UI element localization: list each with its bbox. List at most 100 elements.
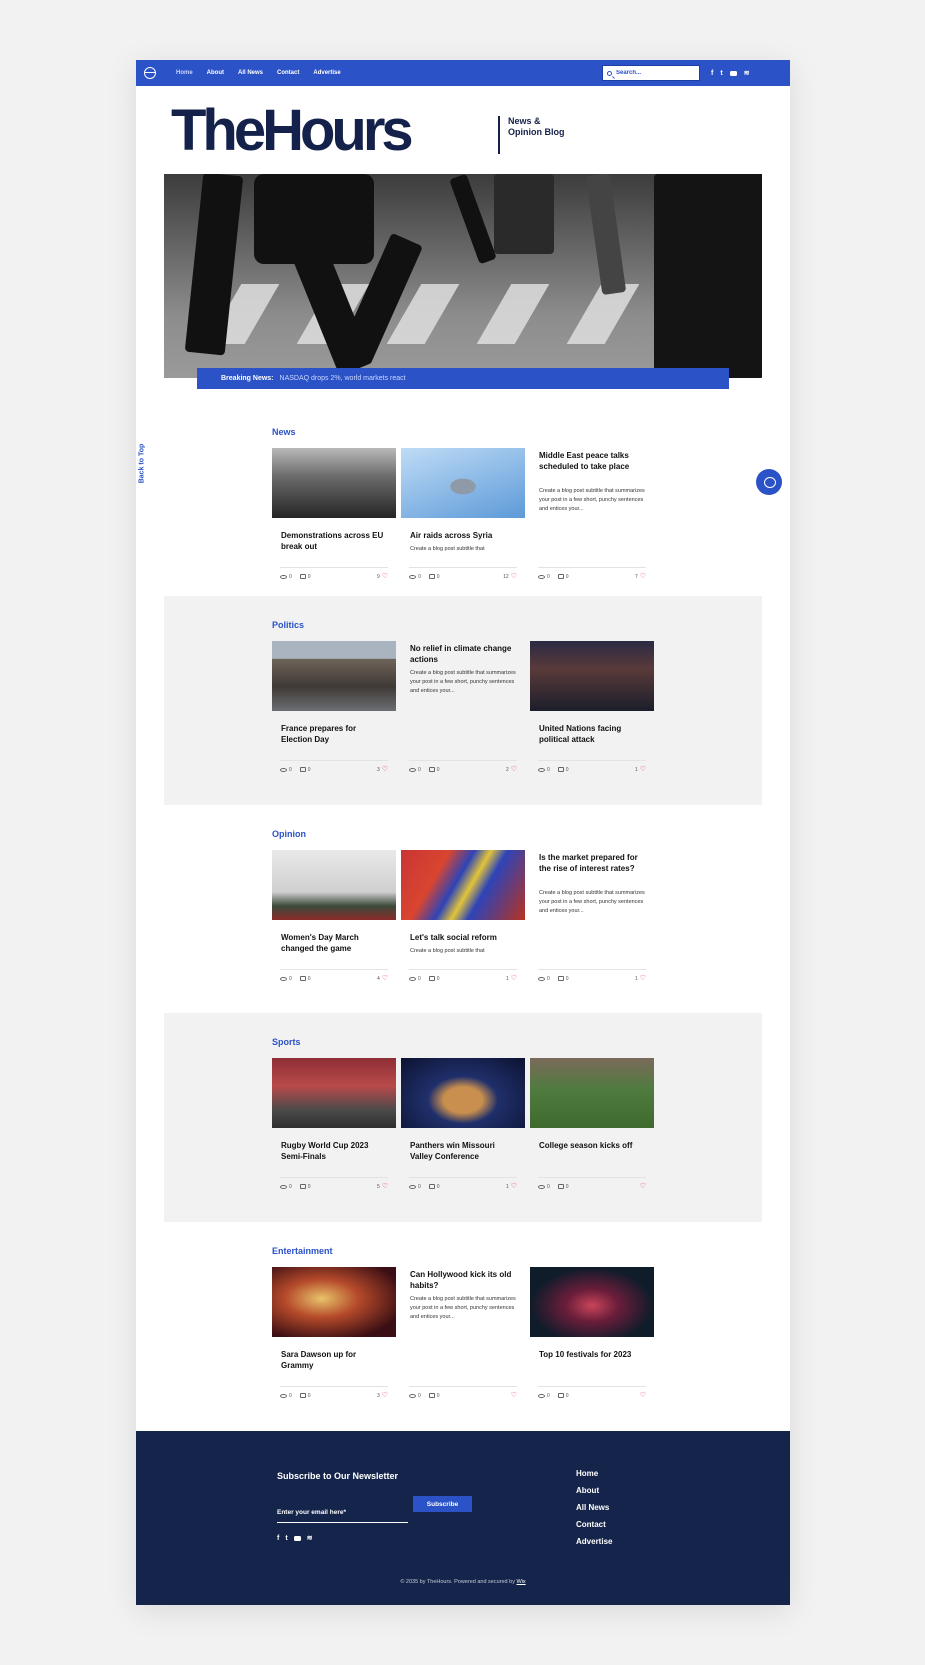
comment-icon[interactable] <box>428 1184 435 1189</box>
footer-nav-contact[interactable]: Contact <box>576 1520 612 1529</box>
search-icon[interactable] <box>607 70 612 76</box>
comment-icon[interactable] <box>299 1393 306 1398</box>
heart-icon[interactable]: ♡ <box>382 1183 388 1190</box>
post-card[interactable]: Panthers win Missouri Valley Conference … <box>401 1058 525 1190</box>
post-card[interactable]: Women's Day March changed the game 0 0 4 ♡ <box>272 850 396 982</box>
post-card[interactable]: Rugby World Cup 2023 Semi-Finals 0 0 5 ♡ <box>272 1058 396 1190</box>
wix-link[interactable]: Wix <box>517 1579 526 1585</box>
post-image[interactable] <box>401 448 525 518</box>
nav-contact[interactable]: Contact <box>277 70 299 76</box>
search-box[interactable] <box>602 65 700 81</box>
heart-icon[interactable]: ♡ <box>640 573 646 580</box>
heart-icon[interactable]: ♡ <box>382 975 388 982</box>
post-image[interactable] <box>272 1058 396 1128</box>
facebook-icon[interactable]: f <box>711 70 713 77</box>
comment-icon[interactable] <box>428 1393 435 1398</box>
post-card[interactable]: Top 10 festivals for 2023 0 0 ♡ <box>530 1267 654 1399</box>
post-card[interactable]: Let's talk social reform Create a blog p… <box>401 850 525 982</box>
post-image[interactable] <box>530 641 654 711</box>
post-card[interactable]: College season kicks off 0 0 ♡ <box>530 1058 654 1190</box>
post-title[interactable]: Panthers win Missouri Valley Conference <box>410 1140 518 1162</box>
post-image[interactable] <box>401 1058 525 1128</box>
twitter-icon[interactable]: t <box>285 1535 287 1542</box>
post-card[interactable]: France prepares for Election Day 0 0 3 ♡ <box>272 641 396 773</box>
comment-icon[interactable] <box>557 574 564 579</box>
heart-icon[interactable]: ♡ <box>640 975 646 982</box>
post-title[interactable]: No relief in climate change actions <box>410 643 518 665</box>
comment-icon[interactable] <box>299 574 306 579</box>
post-title[interactable]: Is the market prepared for the rise of i… <box>539 852 647 874</box>
section-title[interactable]: Sports <box>272 1037 301 1047</box>
comment-icon[interactable] <box>428 574 435 579</box>
post-title[interactable]: College season kicks off <box>539 1140 647 1151</box>
post-image[interactable] <box>530 1058 654 1128</box>
heart-icon[interactable]: ♡ <box>382 573 388 580</box>
comment-icon[interactable] <box>557 1393 564 1398</box>
breaking-news-text[interactable]: NASDAQ drops 2%, world markets react <box>280 375 406 382</box>
comment-icon[interactable] <box>428 976 435 981</box>
post-title[interactable]: Rugby World Cup 2023 Semi-Finals <box>281 1140 389 1162</box>
search-input[interactable] <box>616 70 694 76</box>
nav-all-news[interactable]: All News <box>238 70 263 76</box>
post-title[interactable]: Demonstrations across EU break out <box>281 530 389 552</box>
youtube-icon[interactable] <box>293 1536 301 1541</box>
comment-icon[interactable] <box>557 1184 564 1189</box>
footer-nav-about[interactable]: About <box>576 1486 612 1495</box>
post-title[interactable]: France prepares for Election Day <box>281 723 389 745</box>
post-card[interactable]: Air raids across Syria Create a blog pos… <box>401 448 525 580</box>
heart-icon[interactable]: ♡ <box>382 766 388 773</box>
post-card[interactable]: Demonstrations across EU break out 0 0 9 ♡ <box>272 448 396 580</box>
section-title[interactable]: Entertainment <box>272 1246 333 1256</box>
comment-icon[interactable] <box>299 767 306 772</box>
post-card[interactable]: Sara Dawson up for Grammy 0 0 3 ♡ <box>272 1267 396 1399</box>
post-image[interactable] <box>272 641 396 711</box>
footer-nav-home[interactable]: Home <box>576 1469 612 1478</box>
back-to-top-link[interactable]: Back to Top <box>138 444 145 484</box>
comment-icon[interactable] <box>557 767 564 772</box>
section-title[interactable]: News <box>272 427 296 437</box>
post-title[interactable]: Air raids across Syria <box>410 530 518 541</box>
section-title[interactable]: Opinion <box>272 829 306 839</box>
heart-icon[interactable]: ♡ <box>640 1183 646 1190</box>
site-logo[interactable]: TheHours <box>171 102 414 160</box>
heart-icon[interactable]: ♡ <box>511 1392 517 1399</box>
subscribe-button[interactable]: Subscribe <box>413 1496 472 1512</box>
footer-nav-all-news[interactable]: All News <box>576 1503 612 1512</box>
youtube-icon[interactable] <box>729 70 737 76</box>
comment-icon[interactable] <box>557 976 564 981</box>
breaking-news-bar[interactable]: Breaking News: NASDAQ drops 2%, world ma… <box>197 368 729 389</box>
post-image[interactable] <box>401 850 525 920</box>
heart-icon[interactable]: ♡ <box>640 1392 646 1399</box>
facebook-icon[interactable]: f <box>277 1535 279 1542</box>
comment-icon[interactable] <box>299 1184 306 1189</box>
post-image[interactable] <box>272 448 396 518</box>
post-image[interactable] <box>530 1267 654 1337</box>
comment-icon[interactable] <box>428 767 435 772</box>
post-title[interactable]: Can Hollywood kick its old habits? <box>410 1269 518 1291</box>
post-title[interactable]: United Nations facing political attack <box>539 723 647 745</box>
section-title[interactable]: Politics <box>272 620 304 630</box>
comment-icon[interactable] <box>299 976 306 981</box>
post-title[interactable]: Sara Dawson up for Grammy <box>281 1349 389 1371</box>
heart-icon[interactable]: ♡ <box>640 766 646 773</box>
email-field[interactable] <box>277 1509 408 1516</box>
rss-icon[interactable]: ≋ <box>307 1535 313 1542</box>
footer-nav-advertise[interactable]: Advertise <box>576 1537 612 1546</box>
nav-advertise[interactable]: Advertise <box>313 70 340 76</box>
globe-icon[interactable] <box>144 67 156 79</box>
twitter-icon[interactable]: t <box>720 70 722 77</box>
heart-icon[interactable]: ♡ <box>511 573 517 580</box>
post-title[interactable]: Let's talk social reform <box>410 932 518 943</box>
post-card[interactable]: United Nations facing political attack 0… <box>530 641 654 773</box>
heart-icon[interactable]: ♡ <box>511 766 517 773</box>
post-image[interactable] <box>272 850 396 920</box>
post-title[interactable]: Women's Day March changed the game <box>281 932 389 954</box>
nav-home[interactable]: Home <box>176 70 193 76</box>
post-image[interactable] <box>272 1267 396 1337</box>
post-title[interactable]: Middle East peace talks scheduled to tak… <box>539 450 647 472</box>
heart-icon[interactable]: ♡ <box>382 1392 388 1399</box>
nav-about[interactable]: About <box>207 70 224 76</box>
rss-icon[interactable]: ≋ <box>744 70 750 77</box>
heart-icon[interactable]: ♡ <box>511 975 517 982</box>
post-title[interactable]: Top 10 festivals for 2023 <box>539 1349 647 1360</box>
